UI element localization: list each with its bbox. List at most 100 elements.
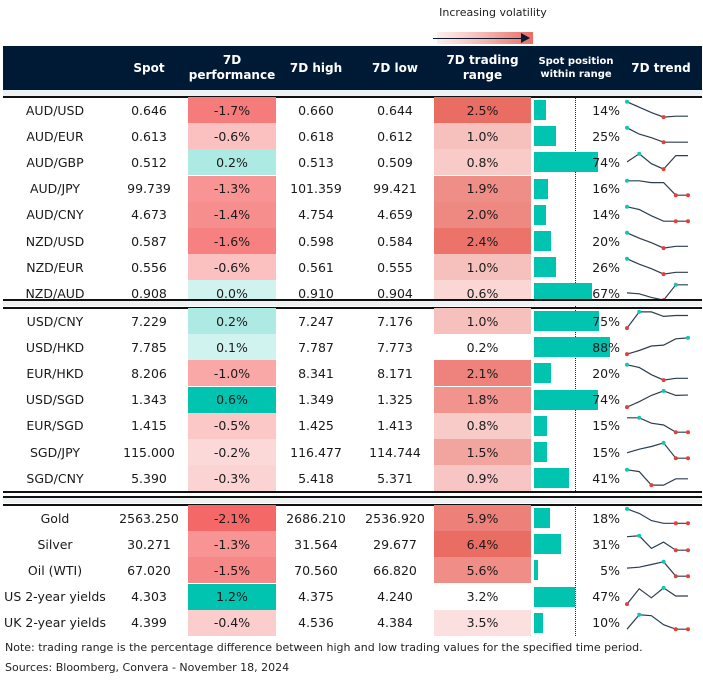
spot-position-pct: 26% [592,259,620,275]
spot-position-pct: 5% [600,562,620,578]
trading-range-value: 5.6% [434,557,531,584]
sparkline-low-marker [661,167,666,172]
group-bottom-rule [3,299,702,301]
sparkline-path [626,508,688,524]
trend-sparkline [625,467,688,488]
trend-sparkline [626,440,690,461]
sparkline-low-marker [673,521,678,526]
table-row: USD/SGD 1.343 0.6% 1.349 1.325 1.8% 74% [0,386,703,413]
trading-range-value: 5.9% [434,505,531,531]
row-label: AUD/EUR [26,128,84,144]
row-label: USD/CNY [26,313,84,329]
header-spot-position: Spot position within range [538,56,614,80]
spot-position-pct: 88% [592,339,620,355]
spot-value: 0.646 [131,102,167,118]
spot-position-bar [534,152,598,173]
spot-position-bar [534,560,539,581]
high-value: 4.536 [298,615,334,631]
sparkline-high-marker [625,178,629,183]
performance-value: -1.3% [188,175,276,202]
sparkline-high-marker [637,152,642,157]
low-value: 0.644 [377,102,413,118]
spot-value: 7.785 [131,339,167,355]
spot-value: 67.020 [127,562,171,578]
row-label: NZD/USD [25,233,85,249]
row-label: UK 2-year yields [4,615,106,631]
sparkline-low-marker [625,404,629,409]
sparkline-low-marker [661,140,666,145]
sources: Sources: Bloomberg, Convera - November 1… [5,661,290,674]
table-row: Gold 2563.250 -2.1% 2686.210 2536.920 5.9% 18% [0,505,703,531]
trading-range-value: 2.0% [434,201,531,228]
sparkline-low-marker [625,601,629,606]
footnote: Note: trading range is the percentage di… [5,641,643,654]
group-separator [3,497,702,503]
sparkline-high-marker [625,256,629,261]
group-bottom-rule [3,496,702,498]
low-value: 5.371 [377,470,413,486]
performance-value: -1.7% [188,97,276,123]
table-row: SGD/CNY 5.390 -0.3% 5.418 5.371 0.9% 41% [0,465,703,492]
sparkline-low-marker [661,115,666,120]
high-value: 0.513 [298,154,334,170]
spot-position-pct: 20% [592,365,620,381]
sparkline-path [626,613,688,630]
row-label: AUD/CNY [26,207,84,223]
low-value: 2536.920 [365,510,425,526]
sparkline-low-marker [686,521,690,526]
table-row: USD/HKD 7.785 0.1% 7.787 7.773 0.2% 88% [0,334,703,361]
spot-position-pct: 14% [592,207,620,223]
table-row: EUR/SGD 1.415 -0.5% 1.425 1.413 0.8% 15% [0,412,703,439]
sparkline-path [626,586,688,605]
sparkline-low-marker [673,548,678,553]
row-label: Oil (WTI) [27,562,83,578]
sparkline-path [626,232,688,249]
sparkline-low-marker [686,218,690,223]
group-end-rule [3,491,702,493]
sparkline-low-marker [625,326,629,331]
legend-label: Increasing volatility [439,6,547,19]
sparkline-high-marker [625,99,629,104]
performance-value: -0.5% [188,412,276,439]
volatility-legend: Increasing volatility [433,6,553,44]
high-value: 7.787 [298,339,334,355]
sparkline-low-marker [661,272,666,277]
row-label: US 2-year yields [4,589,106,605]
spot-position-bar [534,204,547,225]
spot-value: 99.739 [127,181,171,197]
row-label: AUD/GBP [26,154,84,170]
sparkline-path [626,258,688,275]
high-value: 2686.210 [286,510,346,526]
sparkline-path [627,416,688,433]
spot-position-pct: 15% [592,418,620,434]
sparkline-low-marker [673,429,678,434]
trend-sparkline [626,533,690,553]
sparkline-path [626,469,688,486]
table-row: NZD/EUR 0.556 -0.6% 0.561 0.555 1.0% 26% [0,254,703,281]
table-row: US 2-year yields 4.303 1.2% 4.375 4.240 3.2% 4… [0,583,703,610]
low-value: 0.509 [377,154,413,170]
spot-position-pct: 10% [592,615,620,631]
table-row: Silver 30.271 -1.3% 31.564 29.677 6.4% 31% [0,531,703,558]
sparkline-high-marker [625,467,629,472]
sparkline-path [626,337,689,355]
spot-value: 30.271 [127,536,171,552]
low-value: 99.421 [373,181,417,197]
high-value: 0.561 [298,259,334,275]
performance-value: -0.4% [188,609,276,636]
trading-range-value: 2.5% [434,97,531,123]
group-separator [3,300,702,306]
spot-position-bar [534,442,547,462]
table-row: Oil (WTI) 67.020 -1.5% 70.560 66.820 5.6% 5% [0,557,703,584]
header-high: 7D high [289,60,343,75]
sparkline-high-marker [625,125,629,130]
low-value: 0.584 [377,233,413,249]
low-value: 29.677 [373,536,417,552]
arrow-right-icon [521,33,530,43]
performance-value: -1.5% [188,557,276,584]
legend-arrow-line [433,37,521,39]
spot-position-pct: 14% [592,102,620,118]
table-row: AUD/USD 0.646 -1.7% 0.660 0.644 2.5% 14% [0,97,703,123]
trading-range-value: 1.0% [434,308,531,334]
spot-position-bar [534,257,557,278]
